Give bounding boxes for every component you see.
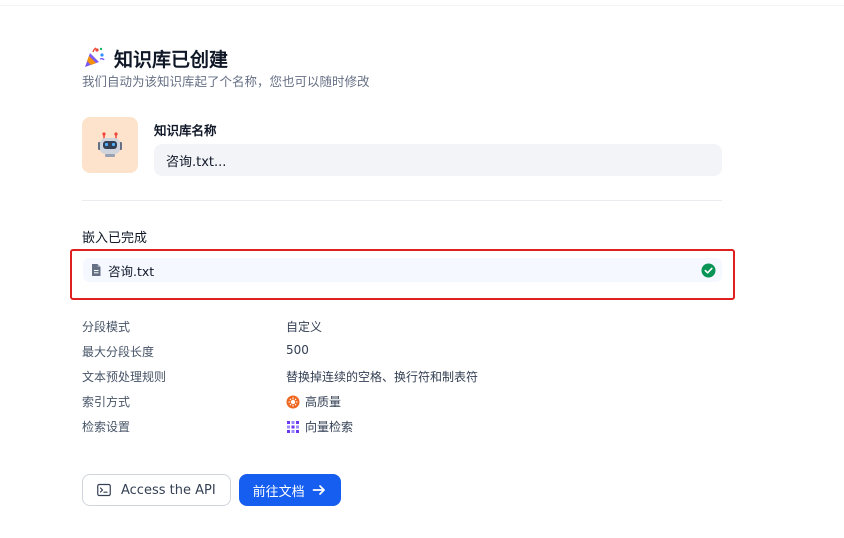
prop-value-text: 向量检索 <box>305 420 354 434</box>
page-title: 知识库已创建 <box>114 48 229 71</box>
prop-key: 索引方式 <box>82 395 131 409</box>
high-quality-icon <box>286 395 300 409</box>
dataset-avatar[interactable] <box>82 117 138 173</box>
prop-value: 替换掉连续的空格、换行符和制表符 <box>286 368 478 385</box>
prop-value-text: 高质量 <box>305 395 342 409</box>
action-bar: Access the API 前往文档 <box>82 474 341 506</box>
page-subtitle: 我们自动为该知识库起了个名称，您也可以随时修改 <box>82 74 370 89</box>
embedding-status-title: 嵌入已完成 <box>82 231 148 246</box>
access-api-button[interactable]: Access the API <box>82 474 231 506</box>
prop-row-max-length: 最大分段长度 500 <box>82 341 722 366</box>
prop-key: 最大分段长度 <box>82 345 155 359</box>
prop-key: 文本预处理规则 <box>82 370 167 384</box>
prop-row-segment-mode: 分段模式 自定义 <box>82 316 722 341</box>
document-icon <box>89 263 103 277</box>
page-header: 知识库已创建 <box>82 44 228 72</box>
embedded-file-row[interactable]: 咨询.txt <box>83 258 722 282</box>
check-circle-icon <box>701 263 716 278</box>
prop-value-text: 替换掉连续的空格、换行符和制表符 <box>286 370 479 384</box>
prop-value: 自定义 <box>286 318 322 335</box>
processing-properties: 分段模式 自定义 最大分段长度 500 文本预处理规则 替换掉连续的空格、换行符… <box>82 316 722 441</box>
dataset-name-section: 知识库名称 <box>82 117 722 177</box>
section-divider <box>82 200 722 201</box>
dataset-name-input[interactable] <box>154 144 722 176</box>
prop-row-retrieval-setting: 检索设置 向量检索 <box>82 416 722 441</box>
vector-search-icon <box>286 420 300 434</box>
prop-value: 高质量 <box>286 393 341 410</box>
top-border <box>0 5 844 6</box>
dataset-name-label: 知识库名称 <box>154 123 217 138</box>
go-to-docs-button[interactable]: 前往文档 <box>238 474 341 506</box>
robot-icon <box>95 130 125 160</box>
access-api-label: Access the API <box>121 482 216 498</box>
prop-key: 分段模式 <box>82 320 131 334</box>
prop-row-preprocess-rules: 文本预处理规则 替换掉连续的空格、换行符和制表符 <box>82 366 722 391</box>
prop-key: 检索设置 <box>82 420 131 434</box>
prop-value: 向量检索 <box>286 418 353 435</box>
prop-value-text: 自定义 <box>286 320 323 334</box>
prop-value: 500 <box>286 343 309 357</box>
terminal-icon <box>97 483 111 497</box>
go-to-docs-label: 前往文档 <box>252 484 305 500</box>
title-row: 知识库已创建 <box>82 44 228 72</box>
party-popper-icon <box>82 46 106 70</box>
arrow-right-icon <box>311 482 327 498</box>
embedded-file-name: 咨询.txt <box>108 263 155 279</box>
prop-value-text: 500 <box>286 343 309 357</box>
prop-row-index-mode: 索引方式 高质量 <box>82 391 722 416</box>
